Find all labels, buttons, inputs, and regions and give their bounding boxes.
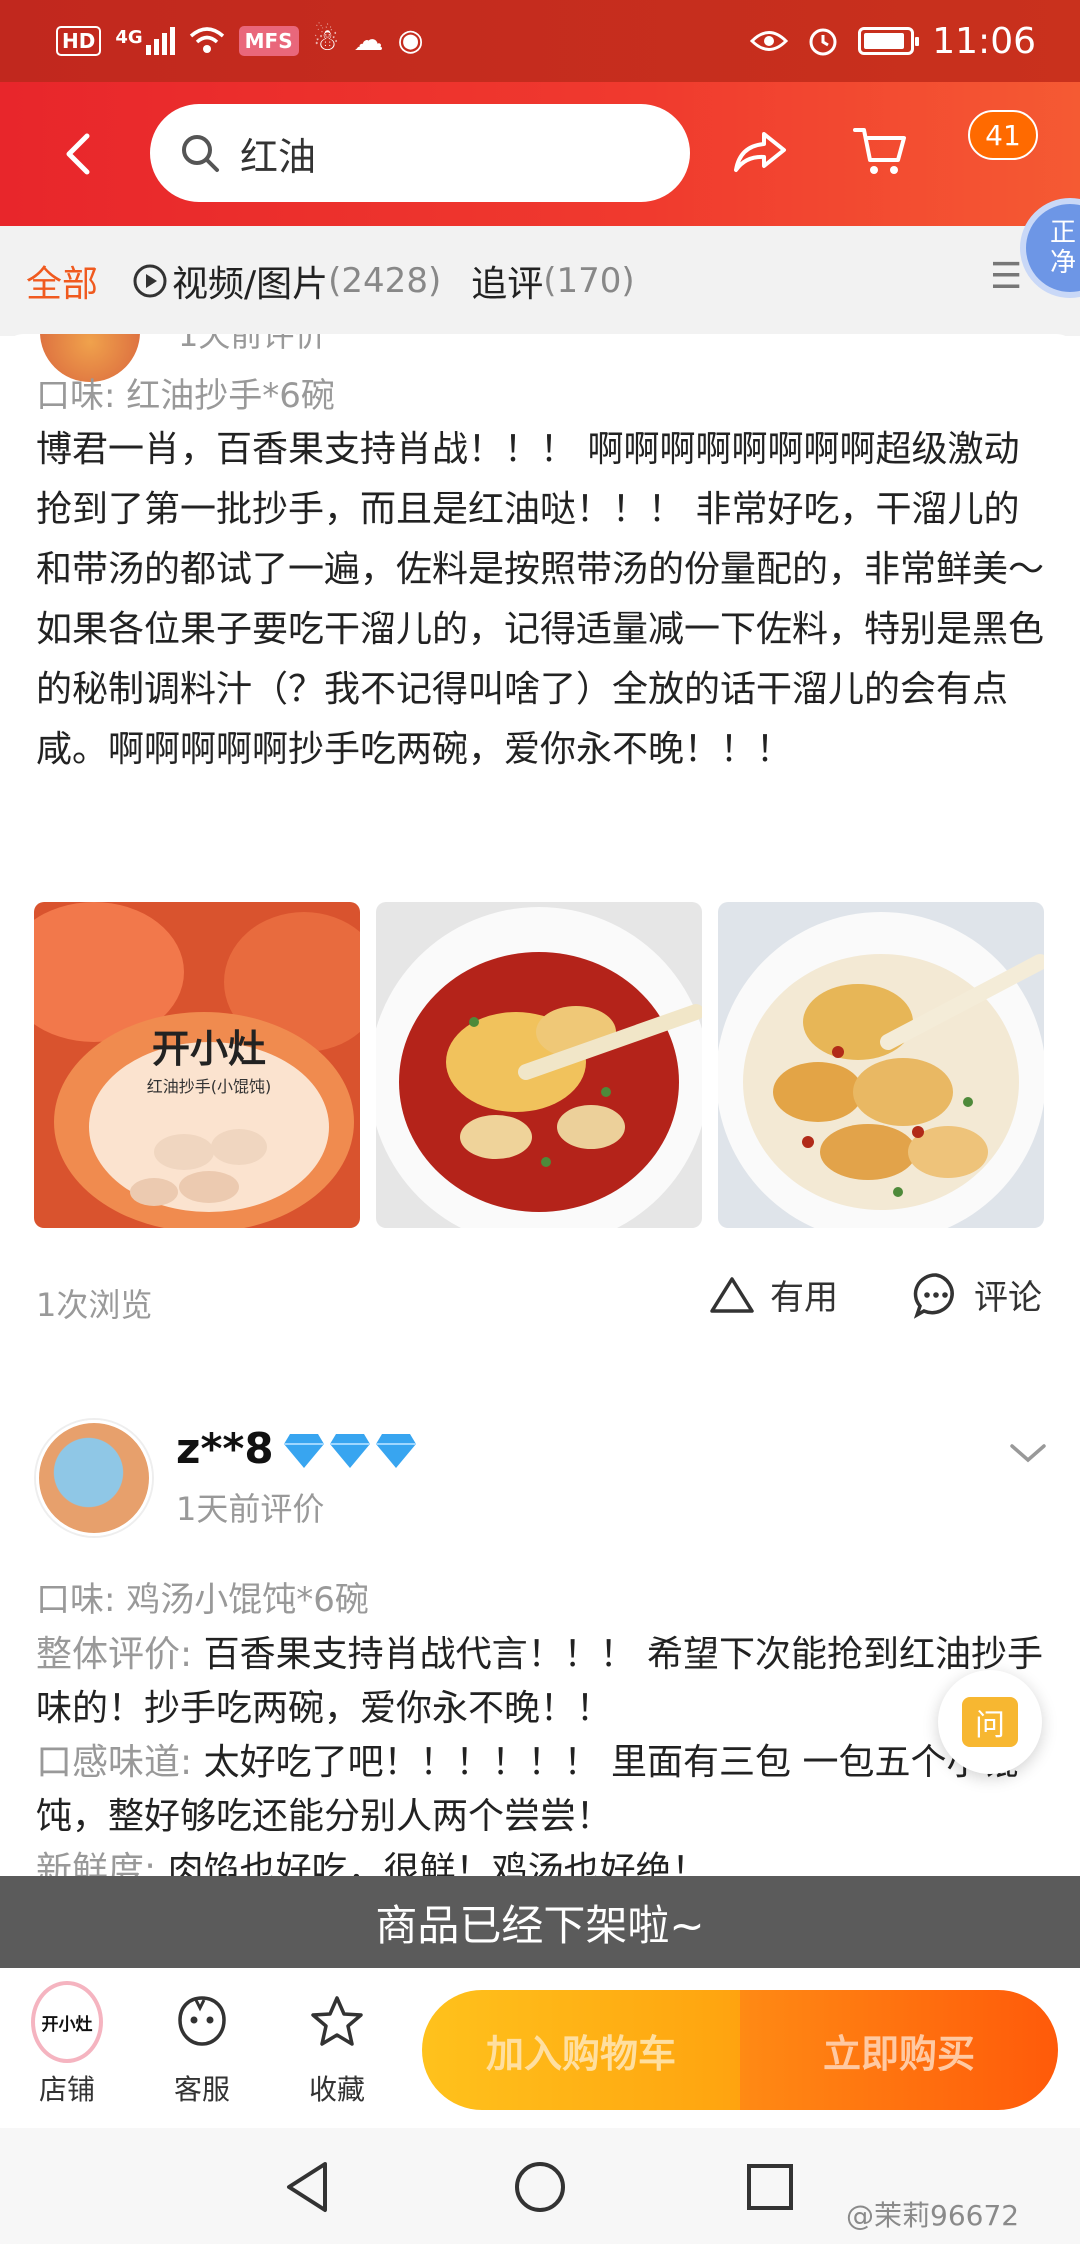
star-icon <box>311 1996 363 2046</box>
tab-follow-up[interactable]: 追评 (170) <box>471 255 634 307</box>
freshness-review: 新鲜度: 肉馅也好吃，很鲜！鸡汤也好绝！ <box>36 1844 1046 1876</box>
cart-count-badge: 41 <box>968 110 1038 160</box>
tab-video-photo-count: (2428) <box>328 261 442 301</box>
triangle-icon <box>710 1276 754 1313</box>
review-photo-bowl-1[interactable] <box>376 902 702 1228</box>
expand-button[interactable] <box>1008 1442 1048 1470</box>
nav-back-icon <box>287 2162 327 2212</box>
ask-question-button[interactable]: 问 <box>938 1670 1042 1774</box>
nav-back-button[interactable] <box>273 2152 343 2222</box>
useful-button[interactable]: 有用 <box>708 1270 838 1319</box>
assist-line-1: 正 <box>1050 218 1077 248</box>
share-button[interactable] <box>720 112 800 192</box>
tab-follow-up-label: 追评 <box>471 264 544 305</box>
tab-video-photo[interactable]: 视频/图片 (2428) <box>132 255 441 307</box>
buy-now-button[interactable]: 立即购买 <box>740 1990 1058 2110</box>
play-icon <box>133 264 167 298</box>
cart-button[interactable] <box>840 112 920 192</box>
member-level-diamonds <box>282 1432 418 1470</box>
delisted-notice: 商品已经下架啦~ <box>0 1876 1080 1968</box>
alarm-icon <box>809 28 837 56</box>
comment-icon <box>913 1272 954 1319</box>
overall-label: 整体评价: <box>36 1634 193 1675</box>
wechat-icon: ☁ <box>353 23 384 58</box>
filter-menu-button[interactable]: ☰ <box>990 256 1022 297</box>
back-icon <box>66 133 90 175</box>
customer-service-button[interactable]: 客服 <box>147 1986 257 2108</box>
cart-icon <box>853 128 906 174</box>
review-flavor: 口味: 红油抄手*6碗 <box>36 376 335 416</box>
tab-follow-up-count: (170) <box>543 261 635 301</box>
search-icon <box>182 135 219 172</box>
status-bar: HD 4G MFS ☃ ☁ ◉ 11:06 <box>0 0 1080 82</box>
eye-icon <box>750 31 789 51</box>
review-photo-boxes[interactable]: 开小灶 红油抄手(小馄饨) <box>34 902 360 1228</box>
weibo-watermark: @茉莉96672 <box>846 2199 1020 2232</box>
review-photos: 开小灶 红油抄手(小馄饨) <box>34 902 1044 1228</box>
freshness-label: 新鲜度: <box>36 1850 157 1876</box>
battery-level <box>864 33 904 49</box>
reviewer-avatar-2[interactable] <box>36 1420 152 1536</box>
search-query: 红油 <box>240 134 317 179</box>
menu-icon: ☰ <box>990 256 1023 297</box>
view-count: 1次浏览 <box>36 1286 153 1324</box>
status-left-icons: HD 4G MFS ☃ ☁ ◉ <box>56 26 424 56</box>
add-to-cart-button[interactable]: 加入购物车 <box>422 1990 740 2110</box>
diamond-icon <box>330 1434 370 1468</box>
freshness-text: 肉馅也好吃，很鲜！鸡汤也好绝！ <box>167 1850 708 1876</box>
purchase-buttons: 加入购物车 立即购买 <box>422 1990 1058 2110</box>
tab-all-label: 全部 <box>26 264 99 305</box>
review-list[interactable]: 1天前评价 口味: 红油抄手*6碗 博君一肖，百香果支持肖战！！！ 啊啊啊啊啊啊… <box>0 334 1080 1876</box>
photo-box-brand: 开小灶 <box>152 1027 266 1071</box>
clock: 11:06 <box>932 20 1036 62</box>
favorite-button[interactable]: 收藏 <box>282 1986 392 2108</box>
tab-all[interactable]: 全部 <box>26 255 98 307</box>
question-icon: 问 <box>962 1697 1018 1747</box>
nav-recents-button[interactable] <box>735 2152 805 2222</box>
bottom-action-bar: 开小灶 店铺 客服 收藏 加入购物车 立即购买 <box>0 1968 1080 2128</box>
diamond-icon <box>284 1434 324 1468</box>
nav-recents-icon <box>747 2164 793 2210</box>
review-flavor-2: 口味: 鸡汤小馄饨*6碗 <box>36 1580 369 1620</box>
assist-line-2: 净 <box>1050 248 1077 278</box>
weibo-icon: ◉ <box>397 23 424 58</box>
photo-box-subtitle: 红油抄手(小馄饨) <box>147 1077 272 1096</box>
mfs-app-icon: MFS <box>238 26 299 56</box>
review-time: 1天前评价 <box>178 334 327 354</box>
diamond-icon <box>376 1434 416 1468</box>
overall-review: 整体评价: 百香果支持肖战代言！！！ 希望下次能抢到红油抄手味的！抄手吃两碗，爱… <box>36 1628 1046 1736</box>
review-filter-tabs: 全部 视频/图片 (2428) 追评 (170) ☰ <box>0 226 1080 336</box>
comment-label: 评论 <box>974 1278 1042 1318</box>
tab-video-photo-label: 视频/图片 <box>172 264 329 305</box>
nav-home-icon <box>515 2162 565 2212</box>
chevron-down-icon <box>1010 1444 1046 1463</box>
qq-icon: ☃ <box>312 23 340 58</box>
back-button[interactable] <box>38 114 118 194</box>
top-header: 红油 41 <box>0 82 1080 226</box>
review-time-2: 1天前评价 <box>176 1490 325 1528</box>
signal-icon: 4G <box>115 27 175 55</box>
service-label: 客服 <box>173 2073 230 2106</box>
store-logo: 开小灶 <box>31 1981 103 2063</box>
useful-label: 有用 <box>770 1278 838 1318</box>
wifi-icon <box>189 27 224 53</box>
comment-button[interactable]: 评论 <box>912 1270 1042 1319</box>
battery-icon <box>858 27 920 55</box>
share-icon <box>734 132 786 172</box>
network-type-label: 4G <box>115 27 143 48</box>
hd-indicator: HD <box>56 26 102 56</box>
review-photo-bowl-2[interactable] <box>718 902 1044 1228</box>
store-button[interactable]: 开小灶 店铺 <box>12 1981 122 2108</box>
reviewer-name[interactable]: z**8 <box>176 1424 274 1473</box>
store-label: 店铺 <box>38 2073 95 2106</box>
taste-review: 口感味道: 太好吃了吧！！！！！！ 里面有三包 一包五个小馄饨，整好够吃还能分别… <box>36 1736 1046 1844</box>
favorite-label: 收藏 <box>308 2073 365 2106</box>
review-text: 博君一肖，百香果支持肖战！！！ 啊啊啊啊啊啊啊啊超级激动抢到了第一批抄手，而且是… <box>36 429 1045 770</box>
status-right: 11:06 <box>750 21 1036 62</box>
search-box[interactable]: 红油 <box>150 104 690 202</box>
nav-home-button[interactable] <box>505 2152 575 2222</box>
taste-label: 口感味道: <box>36 1742 193 1783</box>
service-icon <box>178 1996 226 2046</box>
